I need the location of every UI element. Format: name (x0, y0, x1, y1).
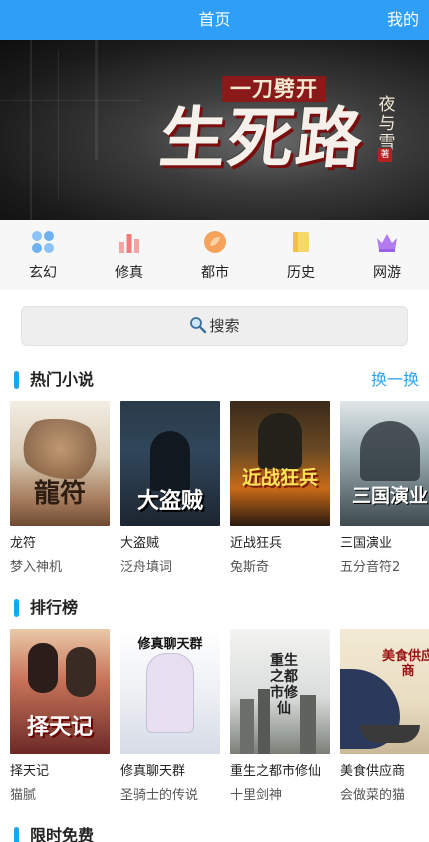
cover-title: 龍符 (33, 479, 86, 509)
book-cover: 三国演业 (340, 401, 429, 526)
section-accent (14, 827, 19, 842)
category-xiuzhen[interactable]: 修真 (86, 220, 172, 290)
cover-title: 择天记 (26, 714, 93, 740)
banner-seal: 著 (378, 148, 392, 162)
refresh-button[interactable]: 换一换 (371, 368, 419, 392)
banner-texture (58, 50, 59, 200)
book-author: 五分音符2 (340, 560, 401, 575)
top-bar: 首页 我的 (0, 0, 429, 40)
book-card[interactable]: 龍符 龙符 梦入神机 (10, 401, 110, 581)
book-card[interactable]: 美食供应商 美食供应商 会做菜的猫 (340, 629, 429, 809)
book-cover: 择天记 (10, 629, 110, 754)
my-account-link[interactable]: 我的 (387, 0, 419, 40)
cover-title: 重生之都市修仙 (270, 653, 298, 717)
book-author: 圣骑士的传说 (120, 788, 199, 803)
rank-section-header: 排行榜 (0, 596, 429, 620)
banner-texture (0, 100, 140, 101)
category-label: 玄幻 (29, 265, 57, 281)
book-title: 大盗贼 (120, 536, 160, 551)
book-author: 十里剑神 (230, 788, 283, 803)
free-section-header: 限时免费 (0, 824, 429, 842)
crown-icon (377, 234, 397, 252)
book-cover: 修真聊天群 (120, 629, 220, 754)
cover-title: 近战狂兵 (241, 467, 318, 489)
cover-title: 修真聊天群 (137, 637, 203, 652)
category-dushi[interactable]: 都市 (172, 220, 258, 290)
book-cover: 重生之都市修仙 (230, 629, 330, 754)
category-nav: 玄幻 修真 都市 历史 网游 (0, 220, 429, 290)
search-icon (190, 316, 207, 333)
banner-title: 生死路 (155, 99, 369, 177)
category-label: 都市 (201, 265, 229, 281)
book-author: 梦入神机 (10, 560, 63, 575)
category-label: 修真 (115, 265, 143, 281)
hot-section-header: 热门小说 换一换 (0, 368, 429, 392)
cover-title: 大盗贼 (136, 488, 203, 514)
book-cover: 近战狂兵 (230, 401, 330, 526)
book-title: 修真聊天群 (120, 764, 186, 779)
book-card[interactable]: 择天记 择天记 猫腻 (10, 629, 110, 809)
book-title: 三国演业 (340, 536, 393, 551)
banner-texture (30, 40, 32, 220)
leaf-circle-icon (204, 231, 226, 253)
category-xuanhuan[interactable]: 玄幻 (0, 220, 86, 290)
category-lishi[interactable]: 历史 (258, 220, 344, 290)
dots-grid-icon (32, 231, 54, 253)
category-wangyou[interactable]: 网游 (344, 220, 429, 290)
book-author: 泛舟填词 (120, 560, 173, 575)
search-label: 搜索 (209, 317, 240, 335)
book-cover: 美食供应商 (340, 629, 429, 754)
search-content: 搜索 (22, 307, 407, 345)
book-card[interactable]: 修真聊天群 修真聊天群 圣骑士的传说 (120, 629, 220, 809)
section-title: 排行榜 (30, 598, 79, 617)
book-card[interactable]: 大盗贼 大盗贼 泛舟填词 (120, 401, 220, 581)
section-title: 限时免费 (30, 826, 95, 842)
cover-title: 三国演业 (351, 485, 428, 507)
book-title: 近战狂兵 (230, 536, 283, 551)
rank-book-list: 择天记 择天记 猫腻 修真聊天群 修真聊天群 圣骑士的传说 重生之都市修仙 重生… (0, 629, 429, 809)
book-card[interactable]: 三国演业 三国演业 五分音符2 (340, 401, 429, 581)
book-title: 美食供应商 (340, 764, 406, 779)
promo-banner[interactable]: 一刀劈开 生死路 夜与雪 著 (0, 40, 429, 220)
book-title: 龙符 (10, 536, 37, 551)
section-accent (14, 599, 19, 617)
book-author: 兔斯奇 (230, 560, 270, 575)
book-card[interactable]: 重生之都市修仙 重生之都市修仙 十里剑神 (230, 629, 330, 809)
bar-chart-icon (119, 234, 139, 253)
page-title: 首页 (198, 10, 231, 29)
book-title: 重生之都市修仙 (230, 764, 322, 779)
section-accent (14, 371, 19, 389)
banner-author: 夜与雪 (378, 95, 396, 153)
book-cover: 大盗贼 (120, 401, 220, 526)
book-title: 择天记 (10, 764, 50, 779)
book-cover: 龍符 (10, 401, 110, 526)
cover-title: 美食供应商 (381, 649, 429, 679)
book-author: 会做菜的猫 (340, 788, 406, 803)
notebook-icon (293, 232, 309, 252)
book-author: 猫腻 (10, 788, 37, 803)
search-bar[interactable]: 搜索 (21, 306, 408, 346)
category-label: 历史 (287, 265, 315, 281)
category-label: 网游 (373, 265, 401, 281)
book-card[interactable]: 近战狂兵 近战狂兵 兔斯奇 (230, 401, 330, 581)
section-title: 热门小说 (30, 370, 95, 389)
hot-book-list: 龍符 龙符 梦入神机 大盗贼 大盗贼 泛舟填词 近战狂兵 近战狂兵 兔斯奇 三国… (0, 401, 429, 581)
